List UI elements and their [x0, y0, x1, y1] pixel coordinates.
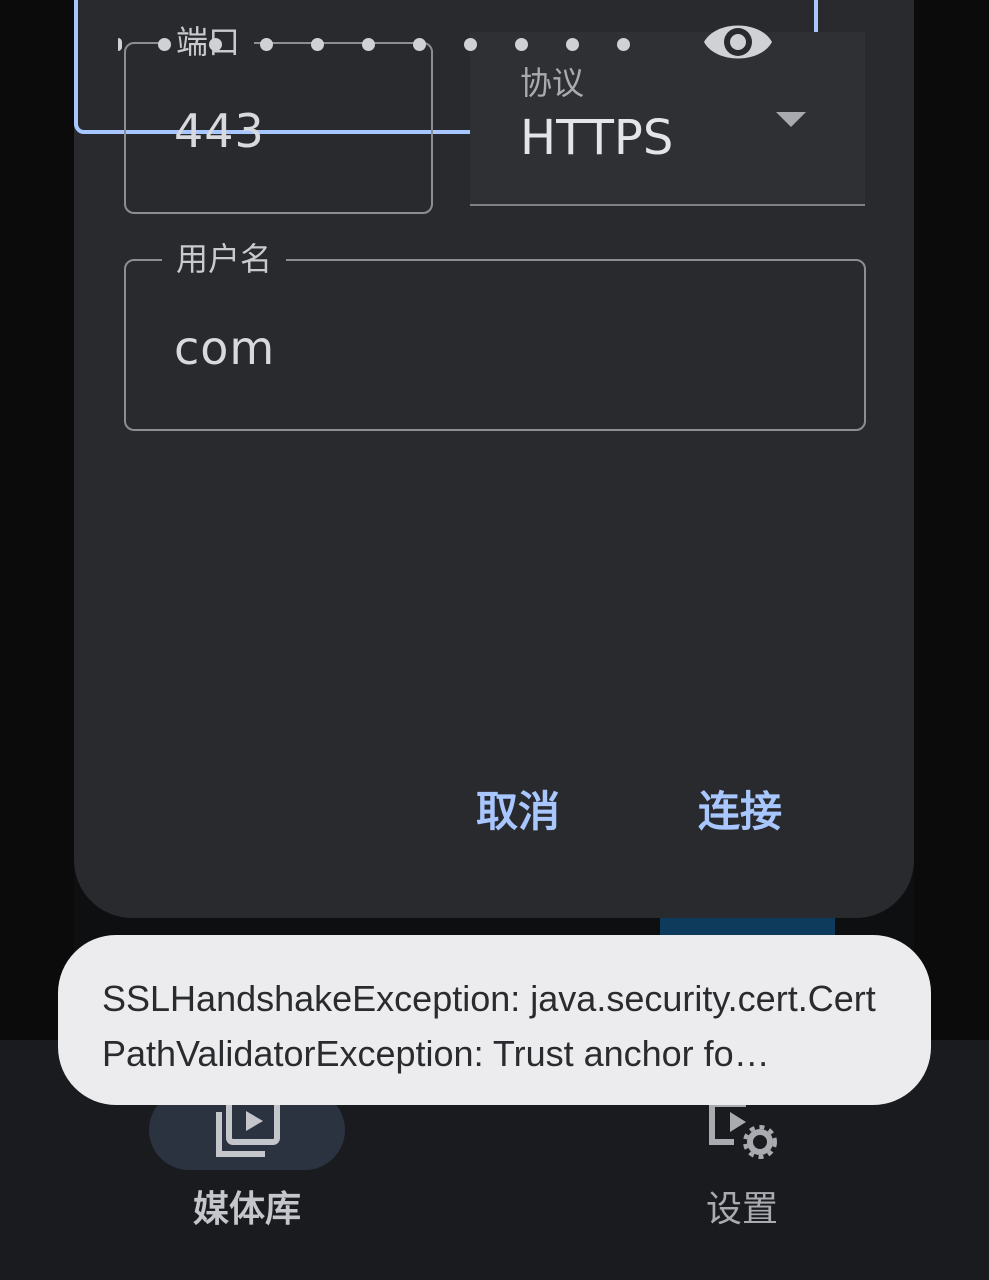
- mask-dot: [566, 38, 579, 51]
- protocol-label: 协议: [520, 64, 585, 102]
- toast-message: SSLHandshakeException: java.security.cer…: [102, 978, 876, 1074]
- show-password-icon[interactable]: [702, 12, 774, 72]
- mask-dot: [617, 38, 630, 51]
- nav-label-settings: 设置: [705, 1189, 778, 1230]
- username-value: com: [174, 321, 276, 375]
- protocol-dropdown[interactable]: 协议 HTTPS: [470, 32, 865, 206]
- username-field[interactable]: 用户名 com: [124, 239, 866, 431]
- mask-dot: [413, 38, 426, 51]
- mask-dot: [118, 38, 122, 51]
- video-settings-icon: [709, 1101, 777, 1159]
- background-panel-right: [914, 0, 989, 1040]
- port-value: 443: [174, 104, 265, 158]
- mask-dot: [260, 38, 273, 51]
- protocol-value: HTTPS: [520, 110, 674, 166]
- error-toast: SSLHandshakeException: java.security.cer…: [58, 935, 931, 1105]
- media-library-icon: [216, 1098, 280, 1157]
- nav-label-media-library: 媒体库: [192, 1189, 301, 1230]
- mask-dot: [464, 38, 477, 51]
- mask-dot: [311, 38, 324, 51]
- mask-dot: [362, 38, 375, 51]
- username-label: 用户名: [162, 239, 287, 279]
- connection-dialog: 端口 443 协议 HTTPS 用户名 com 密码: [74, 0, 914, 918]
- cancel-button[interactable]: 取消: [476, 778, 560, 839]
- mask-dot: [515, 38, 528, 51]
- dropdown-arrow-icon: [776, 112, 806, 127]
- background-panel-left: [0, 0, 74, 1040]
- mask-dot: [209, 38, 222, 51]
- port-field[interactable]: 端口 443: [124, 22, 433, 214]
- port-label: 端口: [162, 22, 255, 62]
- mask-dot: [158, 38, 171, 51]
- connect-button[interactable]: 连接: [698, 778, 782, 839]
